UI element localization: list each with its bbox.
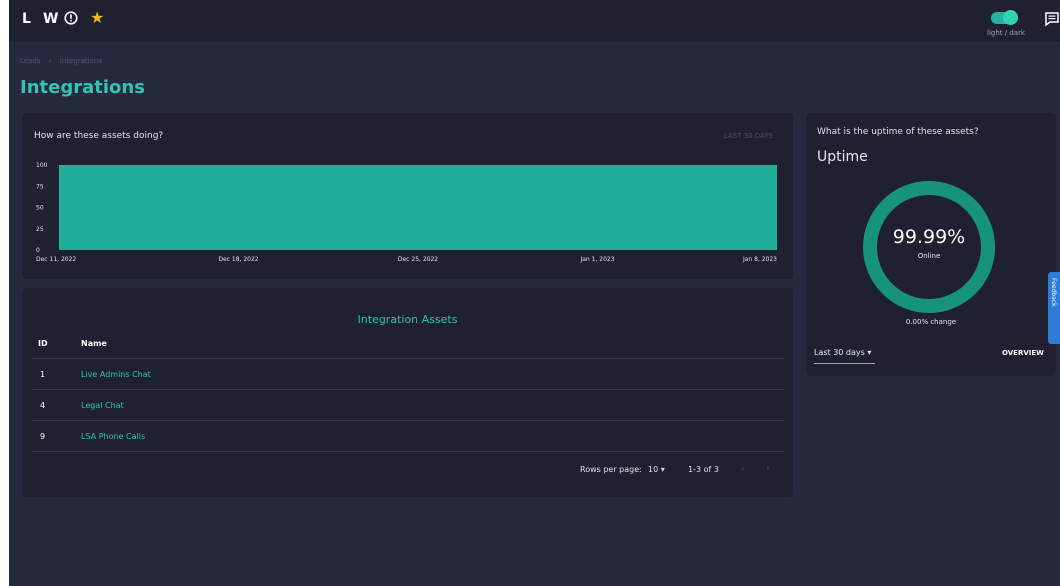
- y-tick-label: 75: [36, 183, 44, 190]
- uptime-title: Uptime: [817, 149, 868, 165]
- row-divider: [32, 389, 784, 390]
- row-id: 1: [40, 370, 46, 379]
- y-tick-label: 50: [36, 205, 44, 212]
- integration-assets-card: Integration Assets ID Name 1 Live Admins…: [22, 288, 793, 497]
- y-tick-label: 0: [36, 247, 40, 254]
- x-tick-label: Dec 18, 2022: [218, 256, 258, 263]
- theme-toggle-label: light / dark: [987, 29, 1025, 37]
- area-chart: 0 25 50 75 100 Dec 11, 2022 Dec 18, 2022 Dec 25…: [36, 162, 777, 263]
- uptime-status: Online: [917, 252, 941, 260]
- uptime-change: 0.00% change: [905, 318, 957, 326]
- y-tick-label: 25: [36, 226, 44, 233]
- row-divider: [32, 420, 784, 421]
- chat-icon[interactable]: [1044, 11, 1060, 27]
- column-header-name[interactable]: Name: [81, 339, 107, 348]
- row-id: 9: [40, 432, 46, 441]
- breadcrumb-leads[interactable]: Leads: [20, 57, 40, 65]
- row-divider: [32, 451, 784, 452]
- row-id: 4: [40, 401, 46, 410]
- rows-per-page-select[interactable]: 10 ▾: [648, 465, 665, 474]
- chevron-right-icon[interactable]: ›: [766, 464, 770, 474]
- top-bar: L W ★ light / dark: [9, 0, 1060, 43]
- page-title: Integrations: [20, 77, 145, 98]
- x-tick-label: Jan 1, 2023: [579, 256, 614, 263]
- uptime-area-series: [59, 165, 777, 250]
- row-name-link[interactable]: LSA Phone Calls: [81, 432, 145, 441]
- y-tick-label: 100: [36, 162, 48, 169]
- logo-letter-l: L: [22, 11, 31, 27]
- info-icon[interactable]: [64, 11, 78, 25]
- rows-per-page-label: Rows per page:: [580, 465, 642, 474]
- chevron-left-icon[interactable]: ‹: [741, 464, 745, 474]
- theme-toggle[interactable]: [991, 10, 1018, 25]
- uptime-value: 99.99%: [892, 226, 966, 248]
- header-divider: [32, 358, 784, 359]
- breadcrumb-separator: ›: [48, 57, 52, 65]
- feedback-tab[interactable]: Feedback: [1048, 272, 1060, 344]
- breadcrumb-current: Integrations: [59, 57, 102, 65]
- x-tick-label: Jan 8, 2023: [742, 256, 777, 263]
- feedback-tab-label: Feedback: [1050, 278, 1057, 307]
- window-edge: [0, 0, 9, 586]
- period-select[interactable]: Last 30 days ▾: [814, 348, 875, 364]
- uptime-card: What is the uptime of these assets? Upti…: [806, 113, 1056, 376]
- overview-button[interactable]: OVERVIEW: [1002, 349, 1044, 357]
- x-tick-label: Dec 25, 2022: [398, 256, 438, 263]
- logo-letter-w: W: [43, 11, 59, 27]
- breadcrumb: Leads › Integrations: [20, 57, 108, 65]
- row-name-link[interactable]: Live Admins Chat: [81, 370, 151, 379]
- uptime-question: What is the uptime of these assets?: [817, 127, 979, 137]
- row-name-link[interactable]: Legal Chat: [81, 401, 124, 410]
- asset-health-chart-card: How are these assets doing? LAST 30 DAYS…: [22, 113, 793, 279]
- column-header-id[interactable]: ID: [38, 339, 48, 348]
- toggle-knob: [1003, 10, 1018, 25]
- star-icon[interactable]: ★: [90, 8, 104, 27]
- x-tick-label: Dec 11, 2022: [36, 256, 76, 263]
- page-range: 1-3 of 3: [688, 465, 719, 474]
- table-title: Integration Assets: [357, 313, 458, 326]
